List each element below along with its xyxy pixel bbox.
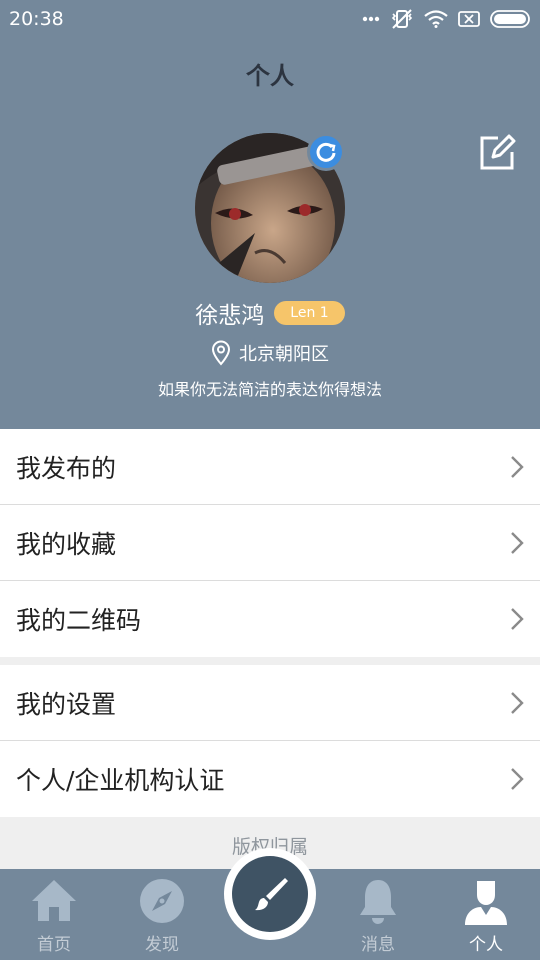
compass-icon: [140, 879, 184, 923]
menu-group-2: 我的设置 个人/企业机构认证: [0, 665, 540, 817]
avatar-refresh-badge[interactable]: [307, 133, 345, 171]
name-row: 徐悲鸿 Len 1: [0, 296, 540, 330]
user-name: 徐悲鸿: [195, 303, 265, 329]
battery-icon: [490, 10, 530, 28]
menu-item-settings[interactable]: 我的设置: [0, 665, 540, 741]
create-post-button-inner: [232, 856, 308, 932]
tab-label: 发现: [145, 935, 179, 955]
create-post-button[interactable]: [224, 848, 316, 940]
menu-item-qrcode[interactable]: 我的二维码: [0, 581, 540, 657]
tab-home[interactable]: 首页: [4, 869, 104, 960]
menu-item-my-posts[interactable]: 我发布的: [0, 429, 540, 505]
sim-card-icon: [458, 11, 480, 27]
chevron-right-icon: [511, 768, 524, 790]
location-row: 北京朝阳区: [0, 340, 540, 366]
chevron-right-icon: [511, 532, 524, 554]
menu-item-label: 我的设置: [16, 689, 117, 719]
person-icon: [465, 881, 507, 925]
tab-label: 个人: [469, 935, 503, 955]
refresh-icon: [316, 142, 336, 162]
tab-discover[interactable]: 发现: [112, 869, 212, 960]
menu-group-1: 我发布的 我的收藏 我的二维码: [0, 429, 540, 657]
menu-item-label: 我发布的: [16, 453, 117, 483]
location-text: 北京朝阳区: [239, 344, 329, 365]
menu-item-favorites[interactable]: 我的收藏: [0, 505, 540, 581]
page-title: 个人: [246, 62, 294, 90]
menu-item-label: 我的收藏: [16, 529, 117, 559]
chevron-right-icon: [511, 456, 524, 478]
bell-icon: [360, 880, 396, 924]
chevron-right-icon: [511, 692, 524, 714]
level-badge: Len 1: [274, 301, 345, 325]
home-icon: [32, 880, 76, 921]
bio-text: 如果你无法简洁的表达你得想法: [157, 380, 382, 399]
status-bar: 20:38: [0, 0, 540, 38]
menu-item-label: 个人/企业机构认证: [16, 766, 225, 795]
edit-profile-icon[interactable]: [476, 132, 518, 174]
tab-messages[interactable]: 消息: [328, 869, 428, 960]
chevron-right-icon: [511, 608, 524, 630]
status-time: 20:38: [9, 8, 64, 30]
tab-label: 首页: [37, 935, 71, 955]
vibrate-mute-icon: [391, 9, 413, 29]
location-pin-icon: [211, 340, 231, 366]
wifi-icon: [424, 10, 448, 28]
more-dots-icon: [362, 16, 380, 22]
menu-item-verification[interactable]: 个人/企业机构认证: [0, 741, 540, 817]
tab-profile[interactable]: 个人: [436, 869, 536, 960]
tab-label: 消息: [361, 935, 395, 955]
brush-icon: [255, 878, 288, 911]
status-icons: [362, 8, 532, 30]
menu-item-label: 我的二维码: [16, 606, 142, 635]
